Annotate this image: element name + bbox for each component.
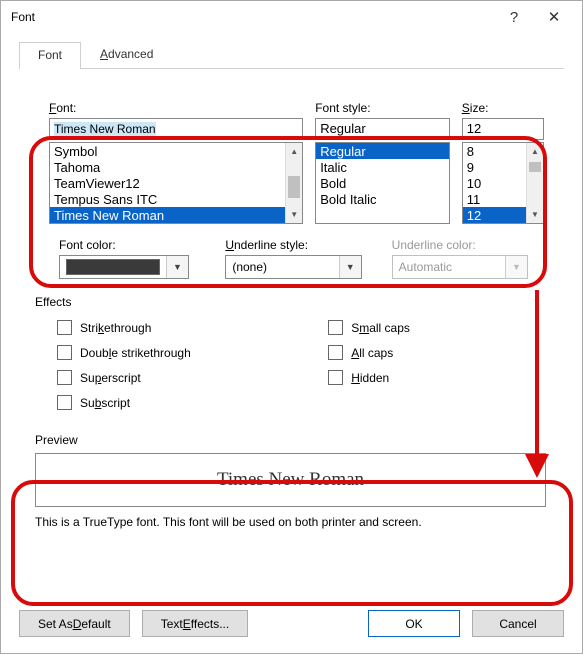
font-listbox[interactable]: Symbol Tahoma TeamViewer12 Tempus Sans I… xyxy=(49,142,303,224)
underline-style-label: Underline style: xyxy=(225,238,361,252)
font-color-swatch xyxy=(66,259,160,275)
chevron-down-icon[interactable]: ▼ xyxy=(166,256,188,278)
list-item[interactable]: Italic xyxy=(316,159,449,175)
font-color-dropdown[interactable]: ▼ xyxy=(59,255,189,279)
strikethrough-checkbox[interactable]: Strikethrough xyxy=(57,315,328,340)
underline-style-dropdown[interactable]: (none) ▼ xyxy=(225,255,361,279)
set-as-default-button[interactable]: Set As Default xyxy=(19,610,130,637)
font-size-listbox[interactable]: 8 9 10 11 12 ▲ ▼ xyxy=(462,142,544,224)
list-item[interactable]: Bold Italic xyxy=(316,191,449,207)
hidden-checkbox[interactable]: Hidden xyxy=(328,365,564,390)
list-item[interactable]: Times New Roman xyxy=(50,207,302,223)
font-style-listbox[interactable]: Regular Italic Bold Bold Italic xyxy=(315,142,450,224)
dialog-title: Font xyxy=(11,10,494,24)
scroll-down-icon[interactable]: ▼ xyxy=(527,206,543,223)
underline-color-label: Underline color: xyxy=(392,238,528,252)
preview-rule-left xyxy=(67,480,197,481)
font-size-input[interactable]: 12 xyxy=(462,118,544,140)
preview-description: This is a TrueType font. This font will … xyxy=(35,515,546,529)
font-style-input[interactable]: Regular xyxy=(315,118,450,140)
font-style-column: Font style: Regular Regular Italic Bold … xyxy=(315,101,450,224)
scroll-up-icon[interactable]: ▲ xyxy=(286,143,302,160)
subscript-checkbox[interactable]: Subscript xyxy=(57,390,328,415)
preview-box: Times New Roman xyxy=(35,453,546,507)
font-column: Font: Times New Roman Symbol Tahoma Team… xyxy=(49,101,303,224)
preview-label: Preview xyxy=(35,433,546,447)
list-item[interactable]: TeamViewer12 xyxy=(50,175,302,191)
text-effects-button[interactable]: Text Effects... xyxy=(142,610,249,637)
tab-advanced[interactable]: Advanced xyxy=(81,41,172,68)
scroll-thumb[interactable] xyxy=(288,176,300,198)
font-dialog: Font ? ✕ Font Advanced Font: Times New R… xyxy=(0,0,583,654)
chevron-down-icon[interactable]: ▼ xyxy=(339,256,361,278)
list-item[interactable]: Bold xyxy=(316,175,449,191)
double-strikethrough-checkbox[interactable]: Double strikethrough xyxy=(57,340,328,365)
scrollbar[interactable]: ▲ ▼ xyxy=(526,143,543,223)
titlebar: Font ? ✕ xyxy=(1,1,582,33)
small-caps-checkbox[interactable]: Small caps xyxy=(328,315,564,340)
list-item[interactable]: Symbol xyxy=(50,143,302,159)
chevron-down-icon: ▼ xyxy=(505,256,527,278)
scrollbar[interactable]: ▲ ▼ xyxy=(285,143,302,223)
preview-group: Preview Times New Roman This is a TrueTy… xyxy=(35,433,546,529)
underline-color-column: Underline color: Automatic ▼ xyxy=(392,238,528,279)
all-caps-checkbox[interactable]: All caps xyxy=(328,340,564,365)
font-size-column: Size: 12 8 9 10 11 12 ▲ ▼ xyxy=(462,101,544,224)
font-label: Font: xyxy=(49,101,303,115)
scroll-up-icon[interactable]: ▲ xyxy=(527,143,543,160)
font-size-label: Size: xyxy=(462,101,544,115)
font-style-label: Font style: xyxy=(315,101,450,115)
ok-button[interactable]: OK xyxy=(368,610,460,637)
font-color-label: Font color: xyxy=(59,238,195,252)
font-color-column: Font color: ▼ xyxy=(59,238,195,279)
list-item[interactable]: Regular xyxy=(316,143,449,159)
preview-sample-text: Times New Roman xyxy=(217,469,364,491)
underline-style-column: Underline style: (none) ▼ xyxy=(225,238,361,279)
button-bar: Set As Default Text Effects... OK Cancel xyxy=(1,598,582,653)
scroll-down-icon[interactable]: ▼ xyxy=(286,206,302,223)
color-underline-row: Font color: ▼ Underline style: (none) ▼ … xyxy=(59,238,528,279)
scroll-thumb[interactable] xyxy=(529,162,541,172)
help-button[interactable]: ? xyxy=(494,3,534,31)
effects-group: Effects Strikethrough Double strikethrou… xyxy=(35,295,564,415)
underline-color-dropdown: Automatic ▼ xyxy=(392,255,528,279)
list-item[interactable]: Tempus Sans ITC xyxy=(50,191,302,207)
effects-label: Effects xyxy=(35,295,564,309)
preview-rule-right xyxy=(384,480,514,481)
cancel-button[interactable]: Cancel xyxy=(472,610,564,637)
tab-font[interactable]: Font xyxy=(19,42,81,69)
list-item[interactable]: Tahoma xyxy=(50,159,302,175)
superscript-checkbox[interactable]: Superscript xyxy=(57,365,328,390)
font-selection-row: Font: Times New Roman Symbol Tahoma Team… xyxy=(49,101,544,224)
dialog-body: Font Advanced Font: Times New Roman Symb… xyxy=(1,33,582,598)
close-button[interactable]: ✕ xyxy=(534,3,574,31)
tab-strip: Font Advanced xyxy=(19,41,564,69)
font-input[interactable]: Times New Roman xyxy=(49,118,303,140)
